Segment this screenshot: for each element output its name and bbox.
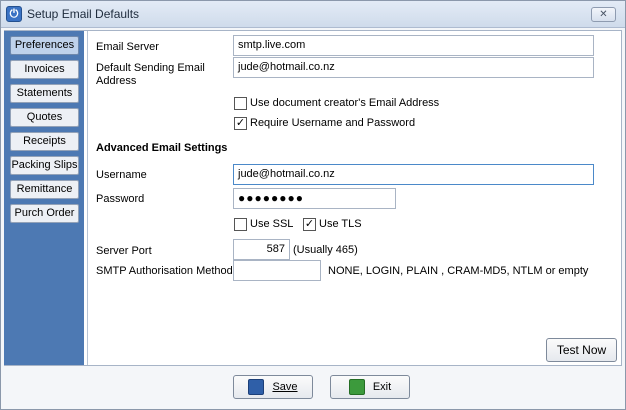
checkmark-icon: ✓ (303, 217, 316, 231)
default-sending-email-field[interactable]: jude@hotmail.co.nz (233, 57, 594, 78)
use-tls-label: Use TLS (319, 218, 362, 230)
save-button[interactable]: Save (233, 375, 313, 399)
use-creator-email-checkbox[interactable]: Use document creator's Email Address (234, 95, 439, 111)
close-button[interactable]: ✕ (591, 7, 616, 22)
title-bar: ⏻ Setup Email Defaults ✕ (1, 1, 625, 28)
sidebar-item-quotes[interactable]: Quotes (10, 108, 79, 127)
exit-button[interactable]: Exit (330, 375, 410, 399)
sidebar-item-remittance[interactable]: Remittance (10, 180, 79, 199)
floppy-disk-icon (248, 379, 265, 395)
password-label: Password (96, 193, 145, 205)
test-now-button[interactable]: Test Now (546, 338, 617, 362)
power-icon: ⏻ (6, 6, 22, 22)
window-title: Setup Email Defaults (27, 7, 140, 21)
sidebar-item-preferences[interactable]: Preferences (10, 36, 79, 55)
exit-label: Exit (372, 381, 392, 393)
checkbox-box (234, 96, 247, 110)
checkmark-icon: ✓ (234, 116, 247, 130)
advanced-settings-heading: Advanced Email Settings (96, 142, 228, 154)
default-sending-label-line2: Address (96, 75, 137, 87)
sidebar-item-invoices[interactable]: Invoices (10, 60, 79, 79)
save-label: Save (272, 381, 298, 393)
require-auth-label: Require Username and Password (250, 117, 416, 129)
default-sending-label-line1: Default Sending Email (96, 62, 205, 74)
sidebar-item-packing-slips[interactable]: Packing Slips (10, 156, 79, 175)
sidebar-divider (87, 31, 88, 365)
use-ssl-checkbox[interactable]: Use SSL (234, 216, 293, 232)
sidebar: Preferences Invoices Statements Quotes R… (4, 31, 84, 365)
smtp-method-hint: NONE, LOGIN, PLAIN , CRAM-MD5, NTLM or e… (328, 265, 589, 277)
username-field[interactable]: jude@hotmail.co.nz (233, 164, 594, 185)
email-server-field[interactable]: smtp.live.com (233, 35, 594, 56)
server-port-label: Server Port (96, 245, 152, 257)
username-label: Username (96, 169, 147, 181)
use-creator-email-label: Use document creator's Email Address (250, 97, 440, 109)
setup-email-defaults-window: ⏻ Setup Email Defaults ✕ Preferences Inv… (0, 0, 626, 410)
smtp-method-label: SMTP Authorisation Method (96, 265, 233, 277)
use-ssl-label: Use SSL (250, 218, 294, 230)
password-field[interactable]: ●●●●●●●● (233, 188, 396, 209)
sidebar-item-statements[interactable]: Statements (10, 84, 79, 103)
use-tls-checkbox[interactable]: ✓ Use TLS (303, 216, 362, 232)
sidebar-item-receipts[interactable]: Receipts (10, 132, 79, 151)
server-port-hint: (Usually 465) (293, 244, 358, 256)
checkbox-box (234, 217, 247, 231)
sidebar-item-purch-order[interactable]: Purch Order (10, 204, 79, 223)
require-auth-checkbox[interactable]: ✓ Require Username and Password (234, 115, 415, 131)
email-server-label: Email Server (96, 41, 159, 53)
exit-door-icon (348, 379, 365, 395)
server-port-field[interactable]: 587 (233, 239, 290, 260)
smtp-method-field[interactable] (233, 260, 321, 281)
